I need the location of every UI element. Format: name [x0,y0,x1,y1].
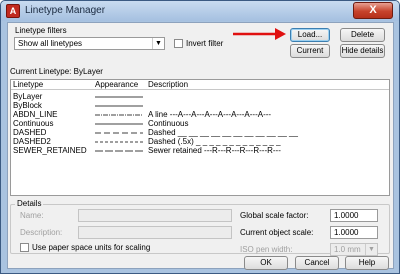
annotation-arrow-icon [233,28,286,40]
linetype-manager-window: A Linetype Manager X Linetype filters Sh… [0,0,400,274]
